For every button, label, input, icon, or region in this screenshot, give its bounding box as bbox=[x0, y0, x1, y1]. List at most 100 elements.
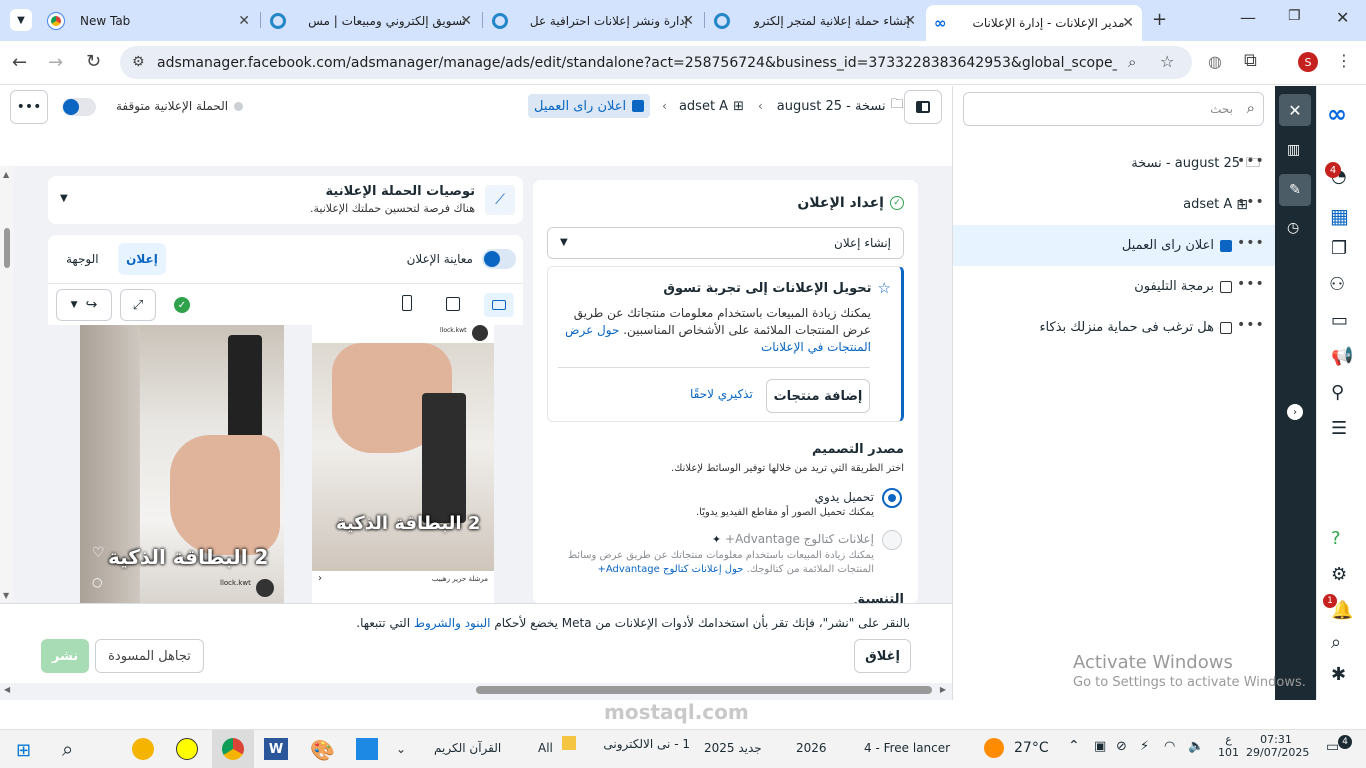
snapchat-icon[interactable] bbox=[176, 738, 198, 760]
manual-upload-radio[interactable] bbox=[882, 488, 902, 508]
close-icon[interactable]: ✕ bbox=[1122, 15, 1134, 31]
remind-later-link[interactable]: تذكيري لاحقًا bbox=[690, 387, 753, 401]
tab-search-button[interactable]: ▼ bbox=[10, 9, 32, 31]
word-icon[interactable]: W bbox=[264, 738, 288, 760]
mobile-view-icon[interactable] bbox=[402, 295, 412, 311]
add-products-button[interactable]: إضافة منتجات bbox=[766, 379, 870, 413]
profile-avatar[interactable]: S bbox=[1298, 52, 1318, 72]
search-icon[interactable]: ⌕ bbox=[62, 737, 73, 761]
tab-marketing[interactable]: تسويق إلكتروني ومبيعات | مس ✕ bbox=[262, 6, 480, 35]
new-tab-plus-icon[interactable]: + bbox=[1152, 9, 1167, 30]
heart-icon[interactable]: ♡ bbox=[92, 545, 105, 561]
megaphone-icon[interactable]: 📢 bbox=[1331, 346, 1353, 367]
tab-ads-manager[interactable]: ∞ مدير الإعلانات - إدارة الإعلانات ✕ bbox=[926, 5, 1142, 41]
more-dots-icon[interactable]: ••• bbox=[1237, 194, 1265, 210]
close-icon[interactable]: ✕ bbox=[238, 13, 250, 29]
window-close-icon[interactable]: ✕ bbox=[1336, 8, 1349, 27]
settings-gear-icon[interactable]: ⚙ bbox=[1331, 564, 1347, 585]
taskbar-item-new-2025[interactable]: جديد 2025 bbox=[704, 741, 762, 755]
breadcrumb-campaign[interactable]: august 25 - نسخة 🗀 bbox=[777, 95, 904, 117]
site-info-icon[interactable]: ⚙ bbox=[132, 54, 145, 70]
campaign-toggle[interactable] bbox=[62, 98, 96, 116]
terms-link[interactable]: البنود والشروط bbox=[414, 616, 491, 630]
multi-placement-view-icon[interactable] bbox=[484, 293, 514, 317]
close-icon[interactable]: ✕ bbox=[460, 13, 472, 29]
recommendations-card[interactable]: ⟋ توصيات الحملة الإعلانية هناك فرصة لتحس… bbox=[48, 176, 523, 224]
paint-icon[interactable]: 🎨 bbox=[310, 738, 335, 762]
taskbar-item-all[interactable]: All bbox=[538, 741, 553, 755]
tray-network-icon[interactable]: ⊘ bbox=[1116, 739, 1127, 754]
tree-search-input[interactable]: ⌕ بحث bbox=[963, 92, 1264, 126]
tab-ads-publishing[interactable]: إدارة ونشر إعلانات احترافية عل ✕ bbox=[484, 6, 702, 35]
toggle-panel-button[interactable] bbox=[904, 90, 942, 124]
volume-icon[interactable]: 🔈 bbox=[1188, 739, 1204, 754]
more-dots-icon[interactable]: ••• bbox=[1237, 276, 1265, 292]
tab-new-tab[interactable]: New Tab ✕ bbox=[40, 6, 258, 35]
forward-arrow-icon[interactable]: → bbox=[48, 52, 63, 73]
language-indicator[interactable]: ع 101 bbox=[1218, 733, 1239, 759]
tab-campaign-creation[interactable]: إنشاء حملة إعلانية لمتجر إلكترو ✕ bbox=[706, 6, 924, 35]
close-button[interactable]: إغلاق bbox=[854, 639, 911, 673]
advantage-catalog-radio[interactable] bbox=[882, 530, 902, 550]
billing-card-icon[interactable]: ▭ bbox=[1331, 310, 1348, 331]
search-icon[interactable]: ⌕ bbox=[1331, 632, 1341, 653]
audience-icon[interactable]: ⚇ bbox=[1329, 274, 1345, 295]
tree-item-campaign[interactable]: 🗀 august 25 - نسخة ••• bbox=[953, 143, 1276, 184]
clock[interactable]: 07:31 29/07/2025 bbox=[1246, 733, 1309, 759]
taskbar-item-folder[interactable]: 1 - نى الالكترونى bbox=[580, 737, 690, 751]
photos-icon[interactable] bbox=[356, 738, 378, 760]
publish-button[interactable]: نشر bbox=[41, 639, 89, 673]
weather-text[interactable]: 27°C bbox=[1014, 740, 1049, 756]
history-clock-icon[interactable]: ◷ bbox=[1287, 220, 1299, 236]
network-icon[interactable]: ⚲ bbox=[1331, 382, 1344, 403]
edit-pencil-icon[interactable]: ✎ bbox=[1279, 174, 1311, 206]
zoom-search-icon[interactable]: ⌕ bbox=[1128, 53, 1136, 71]
tree-item-ad-selected[interactable]: اعلان راى العميل ••• bbox=[953, 225, 1276, 266]
browser-shield-icon[interactable] bbox=[132, 738, 154, 760]
tray-battery-icon[interactable]: ⚡ bbox=[1140, 739, 1149, 754]
more-options-button[interactable]: ••• bbox=[10, 90, 48, 124]
vertical-scrollbar[interactable]: ▲ ▼ bbox=[0, 166, 14, 602]
bug-report-icon[interactable]: ✱ bbox=[1331, 664, 1346, 685]
taskbar-chrome-active[interactable] bbox=[212, 730, 254, 768]
breadcrumb-ad[interactable]: اعلان راى العميل bbox=[528, 94, 651, 118]
breadcrumb-adset[interactable]: adset A ⊞ bbox=[679, 99, 744, 114]
more-dots-icon[interactable]: ••• bbox=[1237, 235, 1265, 251]
close-icon[interactable]: ✕ bbox=[682, 13, 694, 29]
comment-icon[interactable]: ○ bbox=[92, 575, 102, 589]
tree-item-adset[interactable]: ⊞ adset A ••• bbox=[953, 184, 1276, 225]
discard-draft-button[interactable]: تجاهل المسودة bbox=[95, 639, 204, 673]
close-panel-button[interactable]: ✕ bbox=[1279, 94, 1311, 126]
expand-chevron-icon[interactable]: › bbox=[1287, 404, 1303, 420]
advantage-catalog-link[interactable]: حول إعلانات كتالوج Advantage+ bbox=[597, 564, 743, 575]
wifi-icon[interactable]: ◠ bbox=[1164, 739, 1175, 754]
globe-icon[interactable]: ◍ bbox=[1208, 52, 1222, 71]
tree-item-ad[interactable]: هل ترغب فى حماية منزلك بذكاء ••• bbox=[953, 307, 1276, 348]
expand-button[interactable]: ⤢ bbox=[120, 289, 156, 321]
table-grid-icon[interactable]: ▦ bbox=[1330, 204, 1349, 228]
horizontal-scrollbar[interactable]: ◀ ▶ bbox=[0, 683, 952, 697]
create-ad-select[interactable]: إنشاء إعلان ▼ bbox=[547, 227, 904, 259]
restore-icon[interactable]: ❐ bbox=[1288, 8, 1301, 24]
tree-item-ad[interactable]: برمجة التليفون ••• bbox=[953, 266, 1276, 307]
chevron-down-icon[interactable]: ⌄ bbox=[396, 742, 406, 756]
address-bar[interactable]: ⚙ adsmanager.facebook.com/adsmanager/man… bbox=[120, 46, 1192, 79]
back-arrow-icon[interactable]: ← bbox=[12, 52, 27, 73]
tab-destination[interactable]: الوجهة bbox=[66, 252, 99, 266]
reload-icon[interactable]: ↻ bbox=[86, 51, 101, 72]
kebab-menu-icon[interactable]: ⋮ bbox=[1336, 51, 1352, 70]
close-icon[interactable]: ✕ bbox=[904, 13, 916, 29]
pages-icon[interactable]: ❐ bbox=[1331, 238, 1347, 259]
tab-ad[interactable]: إعلان bbox=[118, 243, 166, 275]
bar-chart-icon[interactable]: ▥ bbox=[1287, 142, 1300, 158]
share-menu-button[interactable]: ▼ ↪ bbox=[56, 289, 112, 321]
desktop-view-icon[interactable] bbox=[446, 297, 460, 311]
minimize-icon[interactable]: — bbox=[1240, 8, 1256, 27]
meta-logo-icon[interactable]: ∞ bbox=[1327, 100, 1347, 128]
taskbar-item-freelancer[interactable]: 4 - Free lancer bbox=[864, 741, 950, 755]
chevron-down-icon[interactable]: ▼ bbox=[60, 193, 68, 204]
tray-app-icon[interactable]: ▣ bbox=[1094, 739, 1106, 754]
more-dots-icon[interactable]: ••• bbox=[1237, 317, 1265, 333]
preview-toggle[interactable] bbox=[482, 249, 516, 269]
taskbar-item-quran[interactable]: القرآن الكريم bbox=[434, 741, 501, 755]
